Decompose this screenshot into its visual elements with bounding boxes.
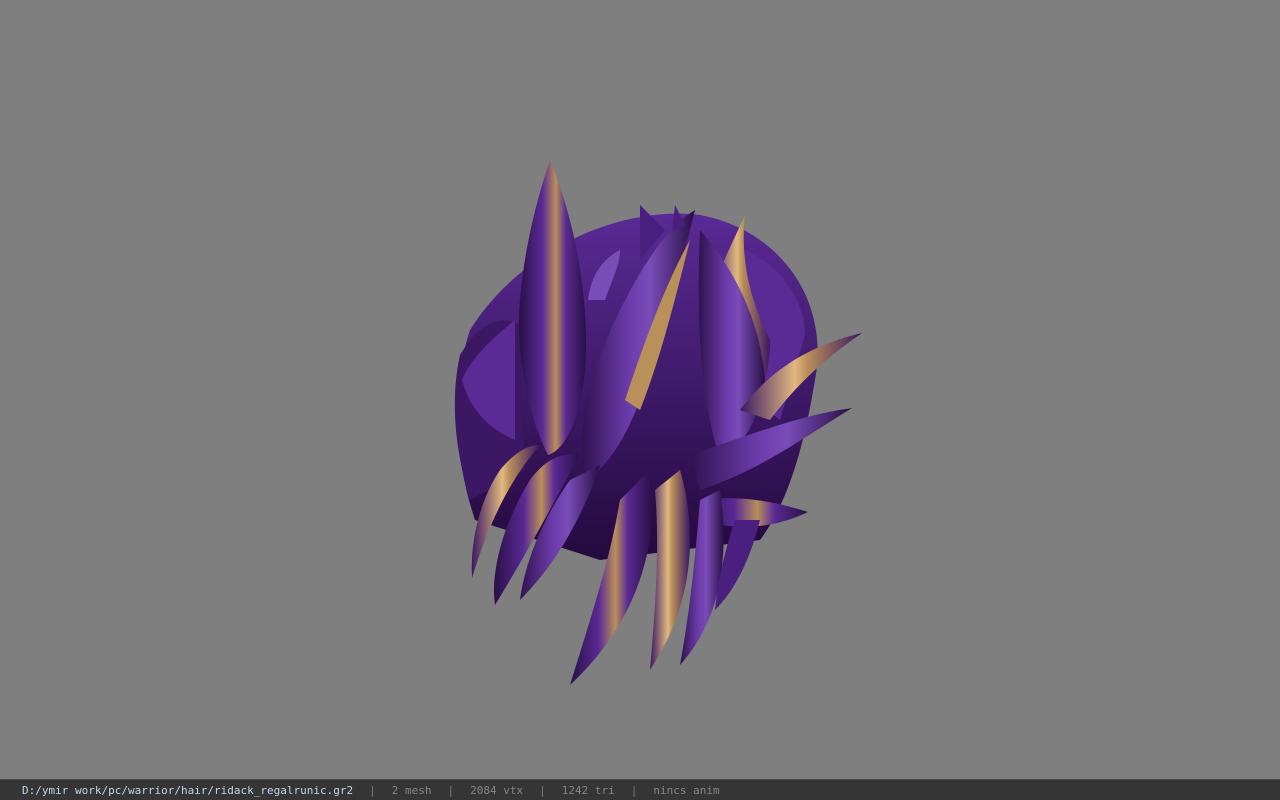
separator: | xyxy=(539,783,546,797)
hair-mass xyxy=(454,160,862,685)
triangle-count: 1242 tri xyxy=(561,783,615,797)
mesh-count: 2 mesh xyxy=(391,783,432,797)
separator: | xyxy=(447,783,455,797)
separator: | xyxy=(630,783,638,797)
status-bar: D:/ymir work/pc/warrior/hair/ridack_rega… xyxy=(0,779,1280,800)
animation-status: nincs anim xyxy=(653,783,720,797)
3d-viewport[interactable] xyxy=(0,0,1280,779)
hair-model-render xyxy=(454,160,862,685)
separator: | xyxy=(369,783,376,797)
file-path: D:/ymir work/pc/warrior/hair/ridack_rega… xyxy=(22,783,354,797)
vertex-count: 2084 vtx xyxy=(470,783,524,797)
